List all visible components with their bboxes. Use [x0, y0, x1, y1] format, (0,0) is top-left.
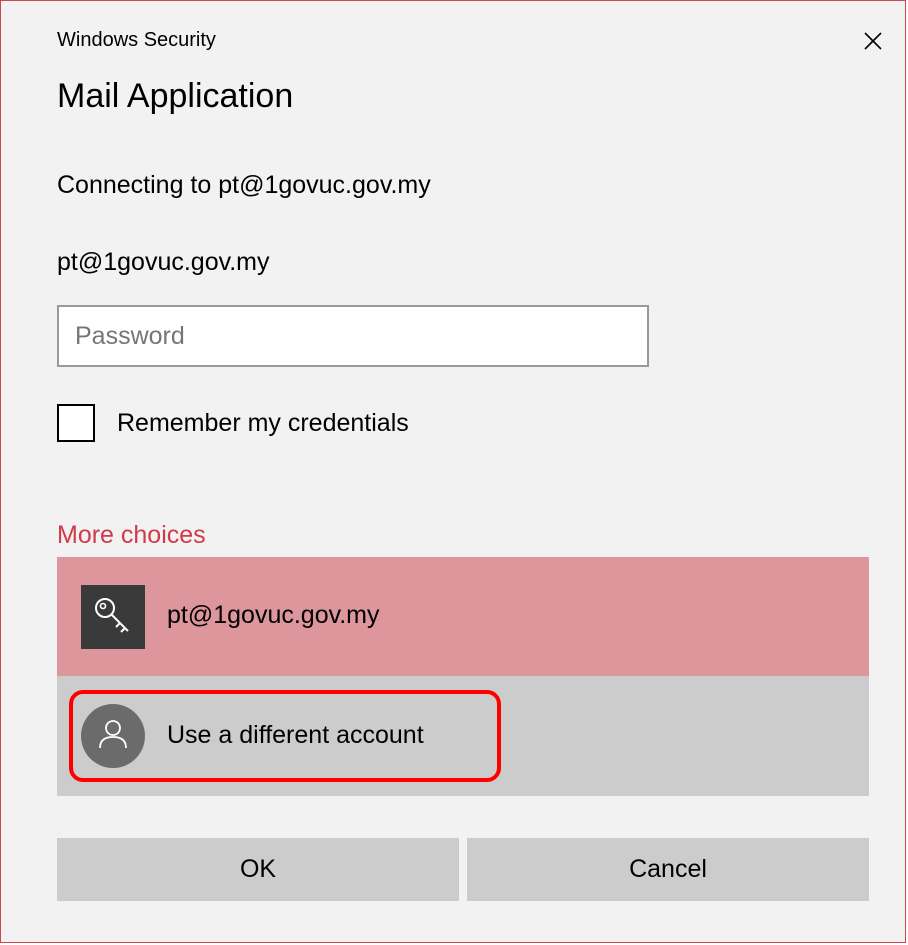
- cancel-button[interactable]: Cancel: [467, 838, 869, 901]
- checkbox-box[interactable]: [57, 404, 95, 442]
- username-text: pt@1govuc.gov.my: [57, 248, 270, 276]
- password-field[interactable]: [57, 305, 649, 367]
- more-choices-link[interactable]: More choices: [57, 521, 206, 550]
- connecting-text: Connecting to pt@1govuc.gov.my: [57, 171, 431, 199]
- account-option-saved[interactable]: pt@1govuc.gov.my: [57, 557, 869, 676]
- account-option-label: Use a different account: [167, 721, 424, 749]
- close-icon: [863, 31, 883, 56]
- key-icon: [90, 592, 136, 643]
- account-option-different[interactable]: Use a different account: [57, 676, 869, 796]
- dialog-heading: Mail Application: [57, 77, 294, 115]
- account-option-label: pt@1govuc.gov.my: [167, 601, 380, 629]
- close-button[interactable]: [851, 23, 895, 63]
- remember-credentials-label: Remember my credentials: [117, 408, 409, 437]
- dialog-body: Windows Security Mail Application Connec…: [1, 1, 905, 942]
- person-icon: [93, 714, 133, 759]
- windows-security-dialog: Windows Security Mail Application Connec…: [0, 0, 906, 943]
- window-title: Windows Security: [57, 29, 216, 51]
- avatar: [81, 704, 145, 768]
- ok-button[interactable]: OK: [57, 838, 459, 901]
- remember-credentials-checkbox[interactable]: Remember my credentials: [57, 404, 409, 442]
- key-tile: [81, 585, 145, 649]
